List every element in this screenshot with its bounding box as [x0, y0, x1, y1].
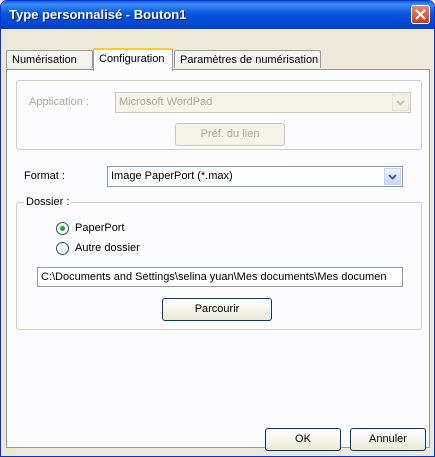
chevron-down-icon: [396, 100, 405, 106]
application-value: Microsoft WordPad: [119, 96, 213, 108]
tab-numerisation[interactable]: Numérisation: [6, 50, 93, 68]
radio-autre-dossier[interactable]: [56, 242, 69, 255]
dropdown-button[interactable]: [384, 168, 401, 185]
application-select[interactable]: Microsoft WordPad: [115, 92, 411, 113]
close-icon: [415, 9, 426, 20]
tab-parametres-numerisation[interactable]: Paramètres de numérisation: [174, 50, 321, 68]
radio-paperport[interactable]: [56, 222, 69, 235]
tab-configuration[interactable]: Configuration: [93, 48, 173, 71]
dialog-window: Type personnalisé - Bouton1 Numérisation…: [0, 0, 435, 457]
folder-path-input[interactable]: C:\Documents and Settings\selina yuan\Me…: [37, 267, 403, 287]
tab-panel-configuration: Application : Microsoft WordPad Préf. du…: [6, 69, 430, 448]
ok-button[interactable]: OK: [265, 428, 341, 451]
application-label: Application :: [29, 96, 89, 108]
folder-path-value: C:\Documents and Settings\selina yuan\Me…: [41, 271, 387, 283]
dropdown-button[interactable]: [392, 94, 409, 111]
radio-autre-dossier-label[interactable]: Autre dossier: [75, 242, 140, 254]
format-select[interactable]: Image PaperPort (*.max): [107, 166, 403, 187]
application-group: Application : Microsoft WordPad Préf. du…: [16, 80, 422, 150]
title-bar: Type personnalisé - Bouton1: [1, 1, 434, 29]
chevron-down-icon: [388, 174, 397, 180]
radio-selected-dot: [60, 226, 65, 231]
window-title: Type personnalisé - Bouton1: [9, 7, 187, 22]
pref-lien-button[interactable]: Préf. du lien: [175, 123, 285, 146]
close-button[interactable]: [411, 5, 430, 24]
parcourir-button[interactable]: Parcourir: [162, 298, 272, 321]
format-label: Format :: [24, 170, 65, 182]
dossier-label: Dossier :: [24, 196, 72, 208]
format-value: Image PaperPort (*.max): [111, 170, 233, 182]
radio-paperport-label[interactable]: PaperPort: [75, 222, 125, 234]
cancel-button[interactable]: Annuler: [350, 428, 426, 451]
